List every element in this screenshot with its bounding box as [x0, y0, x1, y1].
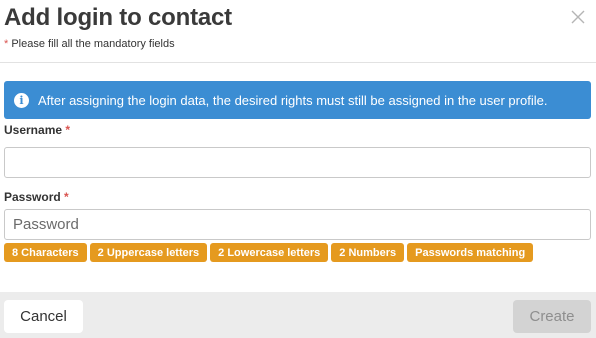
username-input[interactable]	[4, 147, 591, 178]
dialog-footer	[0, 292, 596, 338]
requirement-badge-numbers: 2 Numbers	[331, 243, 405, 262]
password-label: Password *	[4, 190, 69, 204]
cancel-button[interactable]: Cancel	[4, 300, 83, 333]
password-required-star: *	[64, 190, 69, 204]
password-label-text: Password	[4, 190, 61, 204]
username-label: Username *	[4, 123, 70, 137]
header-divider	[0, 62, 596, 63]
requirement-badge-uppercase: 2 Uppercase letters	[89, 243, 208, 262]
info-text: After assigning the login data, the desi…	[38, 92, 548, 108]
username-label-text: Username	[4, 123, 63, 137]
requirement-badge-matching: Passwords matching	[407, 243, 534, 262]
info-icon: i	[14, 92, 29, 108]
required-star: *	[4, 38, 9, 50]
requirement-badge-characters: 8 Characters	[4, 243, 87, 262]
mandatory-note: * Please fill all the mandatory fields	[4, 38, 175, 50]
close-icon[interactable]	[568, 7, 588, 27]
create-button[interactable]: Create	[513, 300, 591, 333]
requirement-badge-lowercase: 2 Lowercase letters	[210, 243, 329, 262]
username-required-star: *	[65, 123, 71, 137]
mandatory-text: Please fill all the mandatory fields	[11, 38, 175, 50]
password-input[interactable]	[4, 209, 591, 240]
info-banner: i After assigning the login data, the de…	[4, 81, 591, 119]
dialog-title: Add login to contact	[4, 4, 232, 31]
password-requirements: 8 Characters 2 Uppercase letters 2 Lower…	[4, 243, 534, 262]
add-login-dialog: Add login to contact * Please fill all t…	[0, 0, 596, 338]
